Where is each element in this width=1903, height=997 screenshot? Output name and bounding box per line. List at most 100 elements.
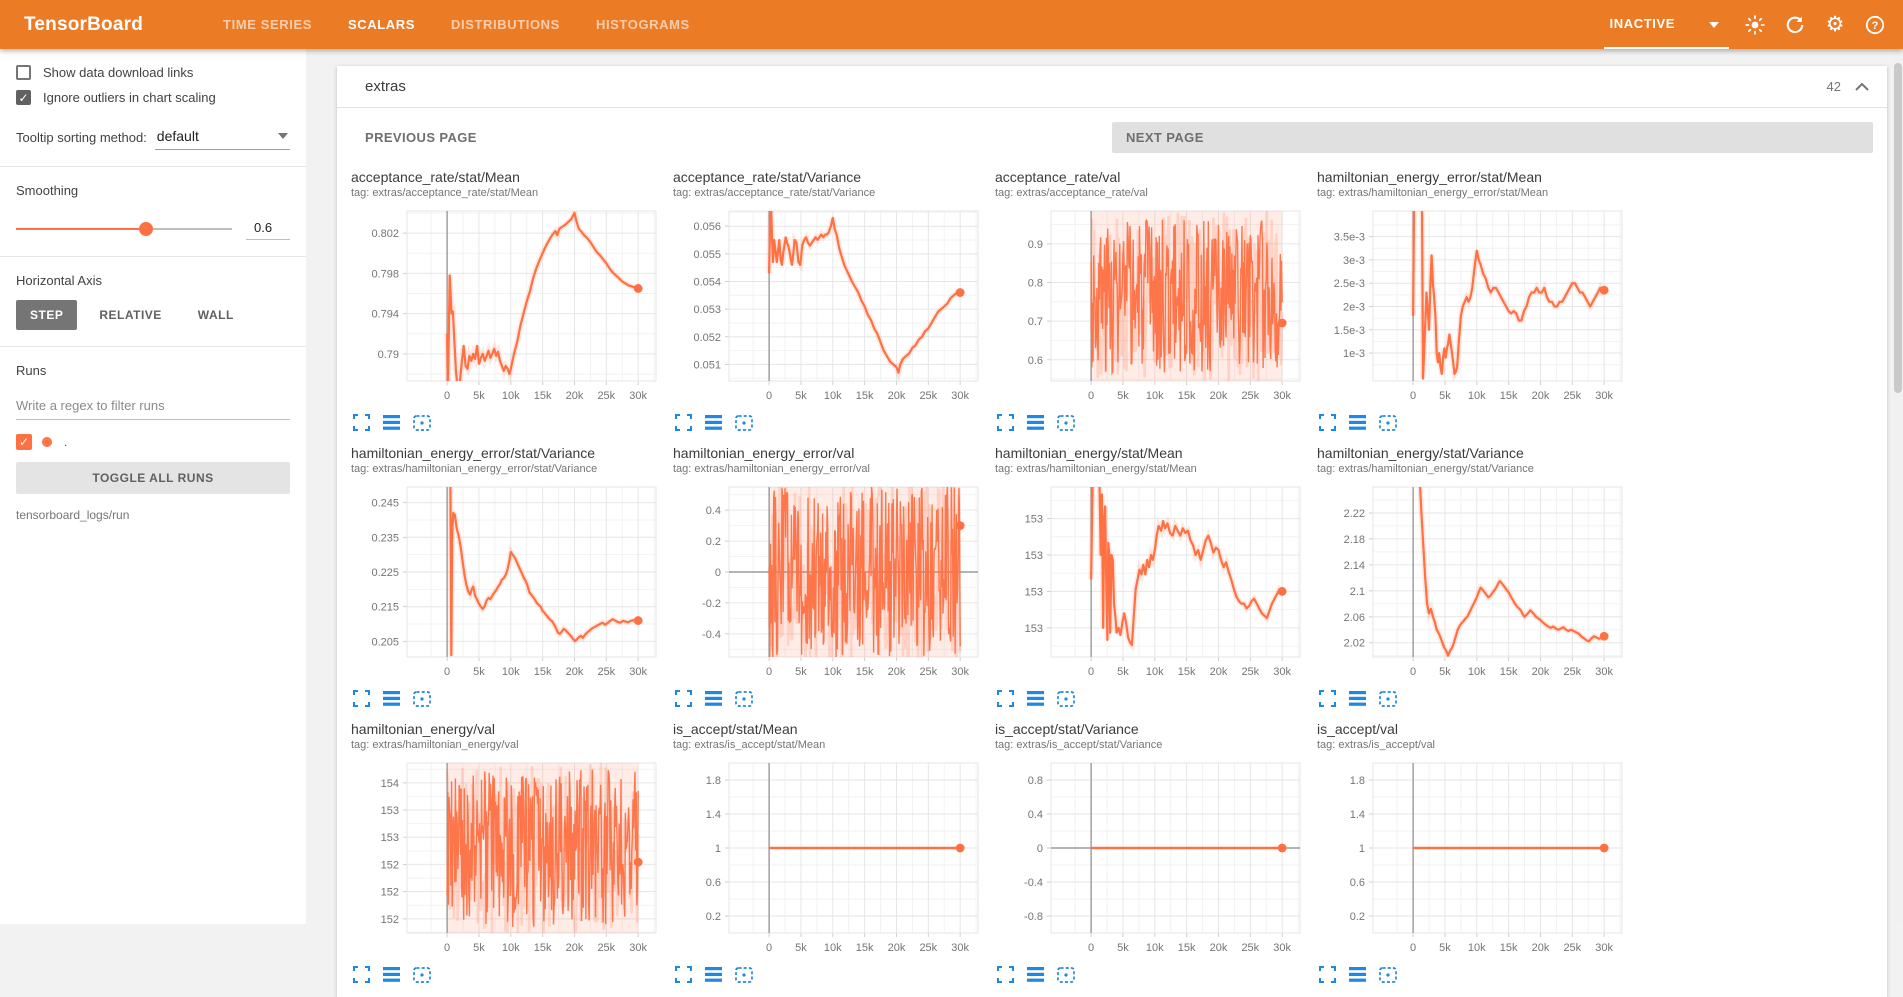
chart-card: acceptance_rate/valtag: extras/acceptanc…	[995, 169, 1317, 431]
expand-chart-icon[interactable]	[1319, 966, 1336, 983]
expand-chart-icon[interactable]	[675, 414, 692, 431]
axis-option-step[interactable]: STEP	[16, 300, 77, 330]
horizontal-axis-buttons: STEP RELATIVE WALL	[16, 300, 290, 330]
tab-scalars[interactable]: SCALARS	[330, 0, 433, 49]
expand-chart-icon[interactable]	[1319, 414, 1336, 431]
slider-thumb[interactable]	[139, 222, 153, 236]
help-icon[interactable]: ?	[1855, 0, 1895, 49]
svg-text:0.055: 0.055	[693, 249, 721, 261]
axis-option-wall[interactable]: WALL	[184, 300, 248, 330]
chart-plot[interactable]: 05k10k15k20k25k30k0.40.20-0.2-0.4	[673, 479, 988, 684]
svg-text:0: 0	[1410, 390, 1416, 402]
svg-text:20k: 20k	[1532, 666, 1550, 678]
svg-text:10k: 10k	[502, 390, 520, 402]
expand-chart-icon[interactable]	[675, 966, 692, 983]
log-scale-icon[interactable]	[383, 691, 400, 706]
log-scale-icon[interactable]	[705, 967, 722, 982]
log-scale-icon[interactable]	[1027, 691, 1044, 706]
show-download-links-checkbox[interactable]: Show data download links	[16, 65, 290, 80]
log-scale-icon[interactable]	[383, 967, 400, 982]
chevron-up-icon[interactable]	[1853, 80, 1871, 93]
scrollbar-thumb[interactable]	[1894, 63, 1902, 393]
fit-domain-icon[interactable]	[413, 415, 431, 431]
chart-plot[interactable]: 05k10k15k20k25k30k1.81.410.60.2	[1317, 755, 1632, 960]
expand-chart-icon[interactable]	[353, 966, 370, 983]
expand-chart-icon[interactable]	[997, 966, 1014, 983]
log-scale-icon[interactable]	[705, 415, 722, 430]
fit-domain-icon[interactable]	[1379, 967, 1397, 983]
svg-text:15k: 15k	[1178, 666, 1196, 678]
next-page-button[interactable]: NEXT PAGE	[1112, 122, 1873, 153]
expand-chart-icon[interactable]	[1319, 690, 1336, 707]
chart-card: hamiltonian_energy/stat/Meantag: extras/…	[995, 445, 1317, 707]
chart-plot[interactable]: 05k10k15k20k25k30k3.5e-33e-32.5e-32e-31.…	[1317, 203, 1632, 408]
chart-plot[interactable]: 05k10k15k20k25k30k0.90.80.70.6	[995, 203, 1310, 408]
log-scale-icon[interactable]	[1349, 415, 1366, 430]
svg-text:0.225: 0.225	[371, 567, 399, 579]
tooltip-sorting-row: Tooltip sorting method: default	[16, 125, 290, 150]
svg-text:3e-3: 3e-3	[1343, 255, 1365, 267]
settings-sidebar: Show data download links Ignore outliers…	[0, 49, 306, 924]
chart-plot[interactable]: 05k10k15k20k25k30k154153153152152152	[351, 755, 666, 960]
chart-toolbar	[1319, 690, 1639, 707]
svg-text:25k: 25k	[1241, 942, 1259, 954]
chart-plot[interactable]: 05k10k15k20k25k30k2.222.182.142.12.062.0…	[1317, 479, 1632, 684]
chart-plot[interactable]: 05k10k15k20k25k30k153153153153	[995, 479, 1310, 684]
expand-chart-icon[interactable]	[353, 414, 370, 431]
log-scale-icon[interactable]	[1349, 691, 1366, 706]
fit-domain-icon[interactable]	[1379, 415, 1397, 431]
chart-plot[interactable]: 05k10k15k20k25k30k0.0560.0550.0540.0530.…	[673, 203, 988, 408]
runs-filter-input[interactable]	[16, 392, 290, 420]
chevron-down-icon	[1709, 15, 1719, 33]
previous-page-button[interactable]: PREVIOUS PAGE	[351, 122, 1112, 153]
chart-plot[interactable]: 05k10k15k20k25k30k0.2450.2350.2250.2150.…	[351, 479, 666, 684]
chart-plot[interactable]: 05k10k15k20k25k30k1.81.410.60.2	[673, 755, 988, 960]
fit-domain-icon[interactable]	[1379, 691, 1397, 707]
log-scale-icon[interactable]	[1349, 967, 1366, 982]
section-header[interactable]: extras 42	[337, 66, 1887, 108]
chart-plot[interactable]: 05k10k15k20k25k30k0.8020.7980.7940.79	[351, 203, 666, 408]
log-scale-icon[interactable]	[1027, 967, 1044, 982]
refresh-icon[interactable]	[1775, 0, 1815, 49]
fit-domain-icon[interactable]	[413, 691, 431, 707]
fit-domain-icon[interactable]	[1057, 691, 1075, 707]
brightness-icon[interactable]	[1735, 0, 1775, 49]
run-checkbox-icon[interactable]: ✓	[16, 434, 32, 450]
smoothing-value[interactable]: 0.6	[246, 218, 290, 240]
fit-domain-icon[interactable]	[735, 415, 753, 431]
tab-time-series[interactable]: TIME SERIES	[205, 0, 330, 49]
svg-text:15k: 15k	[1500, 666, 1518, 678]
fit-domain-icon[interactable]	[735, 967, 753, 983]
expand-chart-icon[interactable]	[353, 690, 370, 707]
smoothing-slider[interactable]	[16, 222, 232, 236]
toggle-all-runs-button[interactable]: TOGGLE ALL RUNS	[16, 462, 290, 494]
axis-option-relative[interactable]: RELATIVE	[85, 300, 175, 330]
main-area: extras 42 PREVIOUS PAGE NEXT PAGE accept…	[306, 49, 1903, 924]
tab-distributions[interactable]: DISTRIBUTIONS	[433, 0, 578, 49]
chart-card: hamiltonian_energy/stat/Variancetag: ext…	[1317, 445, 1639, 707]
svg-text:2e-3: 2e-3	[1343, 301, 1365, 313]
fit-domain-icon[interactable]	[1057, 967, 1075, 983]
run-row[interactable]: ✓ .	[16, 434, 290, 450]
log-scale-icon[interactable]	[383, 415, 400, 430]
log-scale-icon[interactable]	[705, 691, 722, 706]
tab-histograms[interactable]: HISTOGRAMS	[578, 0, 708, 49]
expand-chart-icon[interactable]	[997, 414, 1014, 431]
expand-chart-icon[interactable]	[997, 690, 1014, 707]
reload-status-dropdown[interactable]: INACTIVE	[1604, 0, 1729, 49]
svg-text:15k: 15k	[856, 390, 874, 402]
svg-text:25k: 25k	[597, 390, 615, 402]
vertical-scrollbar[interactable]	[1893, 49, 1903, 924]
svg-text:-0.4: -0.4	[702, 629, 721, 641]
fit-domain-icon[interactable]	[735, 691, 753, 707]
tooltip-sorting-select[interactable]: default	[155, 125, 290, 150]
fit-domain-icon[interactable]	[1057, 415, 1075, 431]
fit-domain-icon[interactable]	[413, 967, 431, 983]
expand-chart-icon[interactable]	[675, 690, 692, 707]
chart-plot[interactable]: 05k10k15k20k25k30k0.80.40-0.4-0.8	[995, 755, 1310, 960]
ignore-outliers-checkbox[interactable]: Ignore outliers in chart scaling	[16, 90, 290, 105]
chart-toolbar	[675, 966, 995, 983]
settings-gear-icon[interactable]: ⚙	[1815, 0, 1855, 49]
log-scale-icon[interactable]	[1027, 415, 1044, 430]
nav-tabs: TIME SERIESSCALARSDISTRIBUTIONSHISTOGRAM…	[205, 0, 708, 49]
